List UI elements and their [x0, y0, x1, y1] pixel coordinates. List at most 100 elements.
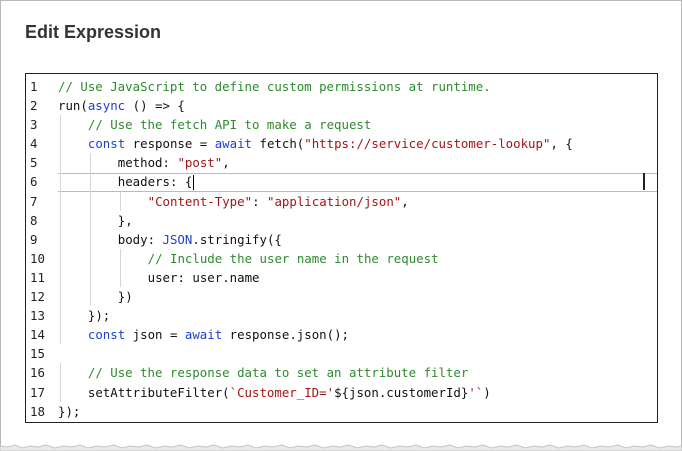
- code-line[interactable]: 7 "Content-Type": "application/json",: [26, 191, 657, 211]
- code-token: , {: [550, 136, 573, 152]
- code-text[interactable]: // Use JavaScript to define custom permi…: [58, 77, 491, 96]
- code-text[interactable]: const response = await fetch("https://se…: [88, 134, 573, 153]
- indent-guide: [60, 191, 61, 211]
- indent-guide: [60, 382, 61, 402]
- code-token: await: [184, 327, 223, 343]
- indent-guide: [60, 248, 61, 268]
- code-line[interactable]: 11 user: user.name: [26, 267, 657, 288]
- text-cursor: [193, 175, 195, 191]
- code-text[interactable]: },: [118, 211, 133, 230]
- code-line[interactable]: 5 method: "post",: [26, 153, 657, 173]
- line-number: 2: [30, 98, 38, 114]
- code-token: // Use JavaScript to define custom permi…: [58, 79, 491, 94]
- code-line[interactable]: 8},: [26, 210, 657, 230]
- code-token: ,: [401, 193, 409, 209]
- code-token: '`: [468, 384, 484, 400]
- code-token: JSON: [162, 231, 193, 247]
- code-line[interactable]: 10 // Include the user name in the reques…: [26, 248, 657, 268]
- code-line[interactable]: 6 headers: {: [26, 172, 657, 193]
- indent-guide: [60, 210, 61, 230]
- indent-guide: [60, 363, 61, 383]
- code-text[interactable]: }): [118, 287, 133, 306]
- code-line[interactable]: 2 run(async () => {: [26, 96, 657, 115]
- code-token: // Use the response data to set an attri…: [87, 365, 469, 381]
- line-number: 16: [30, 365, 45, 381]
- line-number: 1: [30, 79, 38, 94]
- code-text[interactable]: run(async () => {: [58, 96, 185, 115]
- indent-guide: [60, 172, 61, 192]
- code-token: }): [117, 289, 133, 305]
- code-line[interactable]: 17 setAttributeFilter(`Customer_ID='${jso…: [26, 382, 657, 402]
- code-token: .stringify({: [192, 231, 282, 247]
- code-token: setAttributeFilter(: [87, 384, 230, 400]
- code-token: "Content-Type": [147, 193, 253, 209]
- indent-guide: [60, 134, 61, 154]
- code-token: ,: [222, 155, 230, 171]
- indent-guide: [89, 287, 91, 307]
- code-text[interactable]: const json = await response.json();: [88, 325, 349, 344]
- code-text[interactable]: headers: {: [118, 172, 195, 191]
- line-number: 10: [30, 250, 45, 266]
- code-text[interactable]: body: JSON.stringify({: [118, 230, 282, 249]
- code-text[interactable]: });: [58, 402, 80, 421]
- code-token: // Use the fetch API to make a request: [87, 117, 372, 133]
- code-text[interactable]: user: user.name: [148, 268, 260, 287]
- code-token: ): [483, 384, 491, 400]
- code-text[interactable]: // Use the fetch API to make a request: [88, 115, 371, 134]
- code-token: await: [214, 136, 253, 152]
- indent-guide: [89, 191, 91, 211]
- indent-guide: [89, 210, 91, 230]
- line-number: 15: [30, 346, 45, 362]
- code-line[interactable]: 16 // Use the response data to set an att…: [26, 363, 657, 383]
- code-token: () => {: [125, 98, 185, 114]
- code-line[interactable]: 3 // Use the fetch API to make a request: [26, 115, 657, 135]
- code-text[interactable]: "Content-Type": "application/json",: [148, 192, 409, 211]
- code-line[interactable]: 14 const json = await response.json();: [26, 325, 657, 345]
- line-number: 7: [30, 193, 38, 209]
- code-lines[interactable]: 1 // Use JavaScript to define custom perm…: [26, 77, 657, 421]
- code-token: json =: [125, 327, 185, 343]
- indent-guide: [60, 229, 61, 249]
- code-token: headers: {: [117, 174, 193, 190]
- code-text[interactable]: setAttributeFilter(`Customer_ID='${json.…: [88, 383, 491, 402]
- indent-guide: [60, 267, 61, 288]
- edit-expression-dialog: Edit Expression 1 // Use JavaScript to de…: [0, 0, 682, 449]
- indent-guide: [89, 267, 91, 288]
- code-line[interactable]: 9 body: JSON.stringify({: [26, 229, 657, 249]
- indent-guide: [119, 191, 121, 211]
- line-number: 9: [30, 231, 38, 247]
- indent-guide: [60, 325, 61, 345]
- line-number: 13: [30, 308, 45, 324]
- code-line[interactable]: 13});: [26, 306, 657, 326]
- code-token: run(: [58, 98, 88, 114]
- line-number: 5: [30, 155, 38, 171]
- indent-guide: [60, 287, 61, 307]
- code-token: body:: [117, 231, 163, 247]
- code-text[interactable]: });: [88, 306, 110, 325]
- overview-ruler-marker: [643, 173, 657, 191]
- line-number: 17: [30, 384, 45, 400]
- code-token: // Include the user name in the request: [147, 250, 439, 266]
- code-text[interactable]: // Use the response data to set an attri…: [88, 363, 468, 382]
- line-number: 4: [30, 136, 38, 152]
- torn-edge: [0, 444, 682, 451]
- line-number: 8: [30, 212, 38, 228]
- indent-guide: [119, 248, 121, 268]
- code-line[interactable]: 12}): [26, 287, 657, 307]
- code-token: },: [117, 212, 133, 228]
- code-token: });: [58, 403, 81, 419]
- line-number: 14: [30, 327, 45, 343]
- code-line[interactable]: 15: [26, 344, 657, 363]
- code-token: async: [87, 98, 126, 114]
- code-editor[interactable]: 1 // Use JavaScript to define custom perm…: [25, 73, 658, 423]
- code-line[interactable]: 4 const response = await fetch("https://s…: [26, 134, 657, 154]
- code-token: `Customer_ID=': [229, 384, 335, 400]
- indent-guide: [89, 172, 91, 192]
- code-text[interactable]: // Include the user name in the request: [148, 249, 439, 268]
- code-token: response.json();: [222, 327, 350, 343]
- code-text[interactable]: method: "post",: [118, 153, 230, 172]
- code-line[interactable]: 18});: [26, 402, 657, 421]
- indent-guide: [60, 153, 61, 173]
- code-token: method:: [117, 155, 178, 171]
- code-line[interactable]: 1 // Use JavaScript to define custom perm…: [26, 77, 657, 96]
